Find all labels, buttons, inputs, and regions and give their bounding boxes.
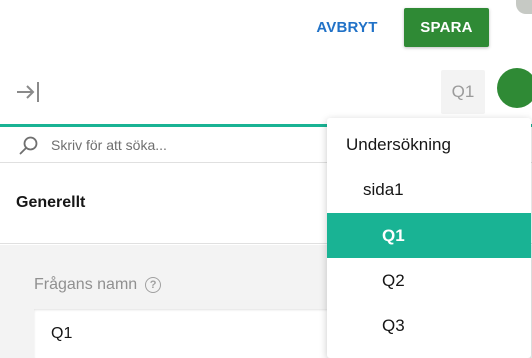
avatar[interactable] bbox=[516, 0, 532, 14]
dropdown-item-question[interactable]: Q2 bbox=[327, 258, 531, 303]
dropdown-item-question-selected[interactable]: Q1 bbox=[327, 213, 531, 258]
question-dropdown: Undersökning sida1 Q1 Q2 Q3 bbox=[327, 118, 531, 358]
dropdown-item-survey[interactable]: Undersökning bbox=[327, 122, 531, 167]
question-name-label: Frågans namn bbox=[34, 276, 138, 293]
search-input[interactable] bbox=[51, 133, 321, 157]
dropdown-item-page[interactable]: sida1 bbox=[327, 167, 531, 212]
dropdown-item-question[interactable]: Q3 bbox=[327, 303, 531, 348]
section-title: Generellt bbox=[16, 194, 86, 211]
save-button[interactable]: SPARA bbox=[404, 8, 489, 47]
cancel-button[interactable]: AVBRYT bbox=[311, 10, 383, 44]
help-icon[interactable]: ? bbox=[145, 277, 162, 293]
header-bar: AVBRYT SPARA Q1 bbox=[0, 0, 532, 124]
collapse-panel-icon[interactable] bbox=[14, 78, 42, 106]
green-action-button[interactable] bbox=[497, 68, 532, 108]
field-label: Frågans namn ? bbox=[34, 276, 162, 294]
search-icon bbox=[19, 136, 38, 155]
question-selector-chip[interactable]: Q1 bbox=[441, 70, 485, 114]
question-name-input[interactable] bbox=[34, 309, 354, 358]
